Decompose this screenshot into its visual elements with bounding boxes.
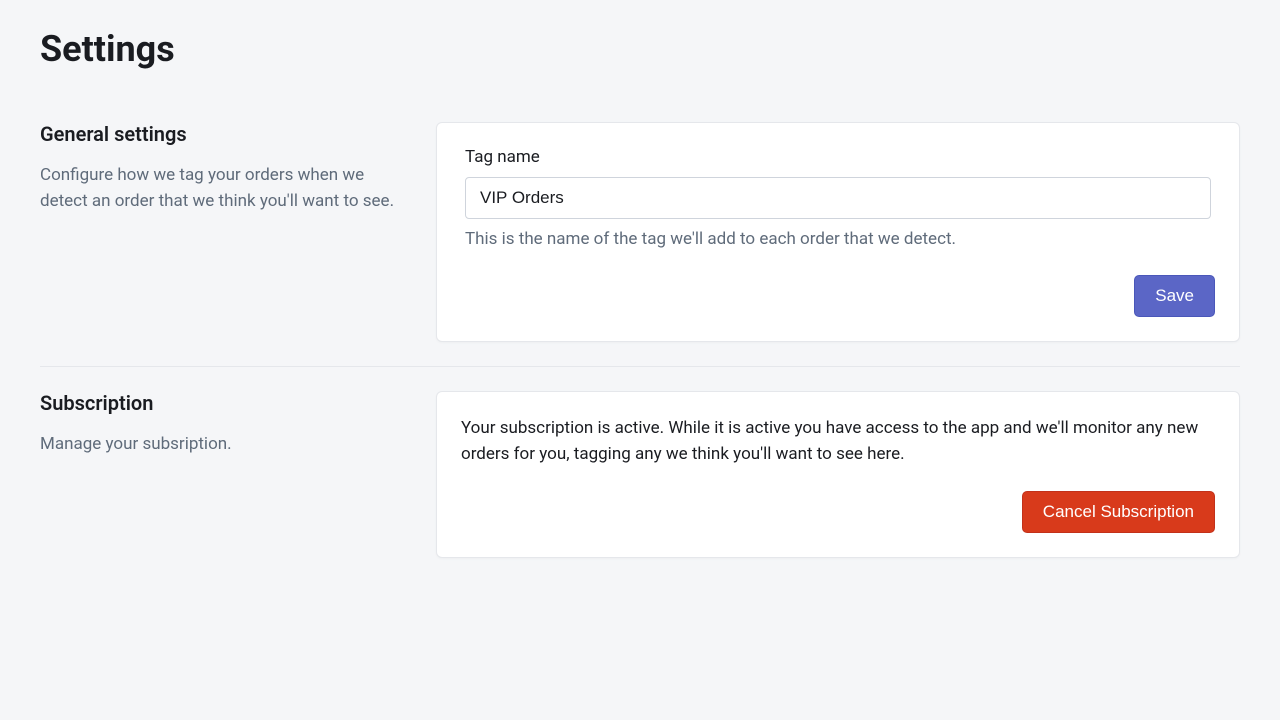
subscription-status-text: Your subscription is active. While it is… [461, 416, 1215, 467]
tag-name-input[interactable] [465, 177, 1211, 219]
subscription-description: Manage your subsription. [40, 431, 396, 457]
tag-name-label: Tag name [465, 147, 1211, 167]
subscription-heading: Subscription [40, 391, 396, 415]
tag-name-help: This is the name of the tag we'll add to… [465, 229, 1211, 249]
general-settings-section: General settings Configure how we tag yo… [40, 98, 1240, 366]
subscription-section: Subscription Manage your subsription. Yo… [40, 366, 1240, 582]
general-settings-heading: General settings [40, 122, 396, 146]
page-title: Settings [40, 28, 1240, 70]
general-settings-card: Tag name This is the name of the tag we'… [436, 122, 1240, 342]
subscription-card: Your subscription is active. While it is… [436, 391, 1240, 558]
save-button[interactable]: Save [1134, 275, 1215, 317]
general-settings-description: Configure how we tag your orders when we… [40, 162, 396, 215]
cancel-subscription-button[interactable]: Cancel Subscription [1022, 491, 1215, 533]
